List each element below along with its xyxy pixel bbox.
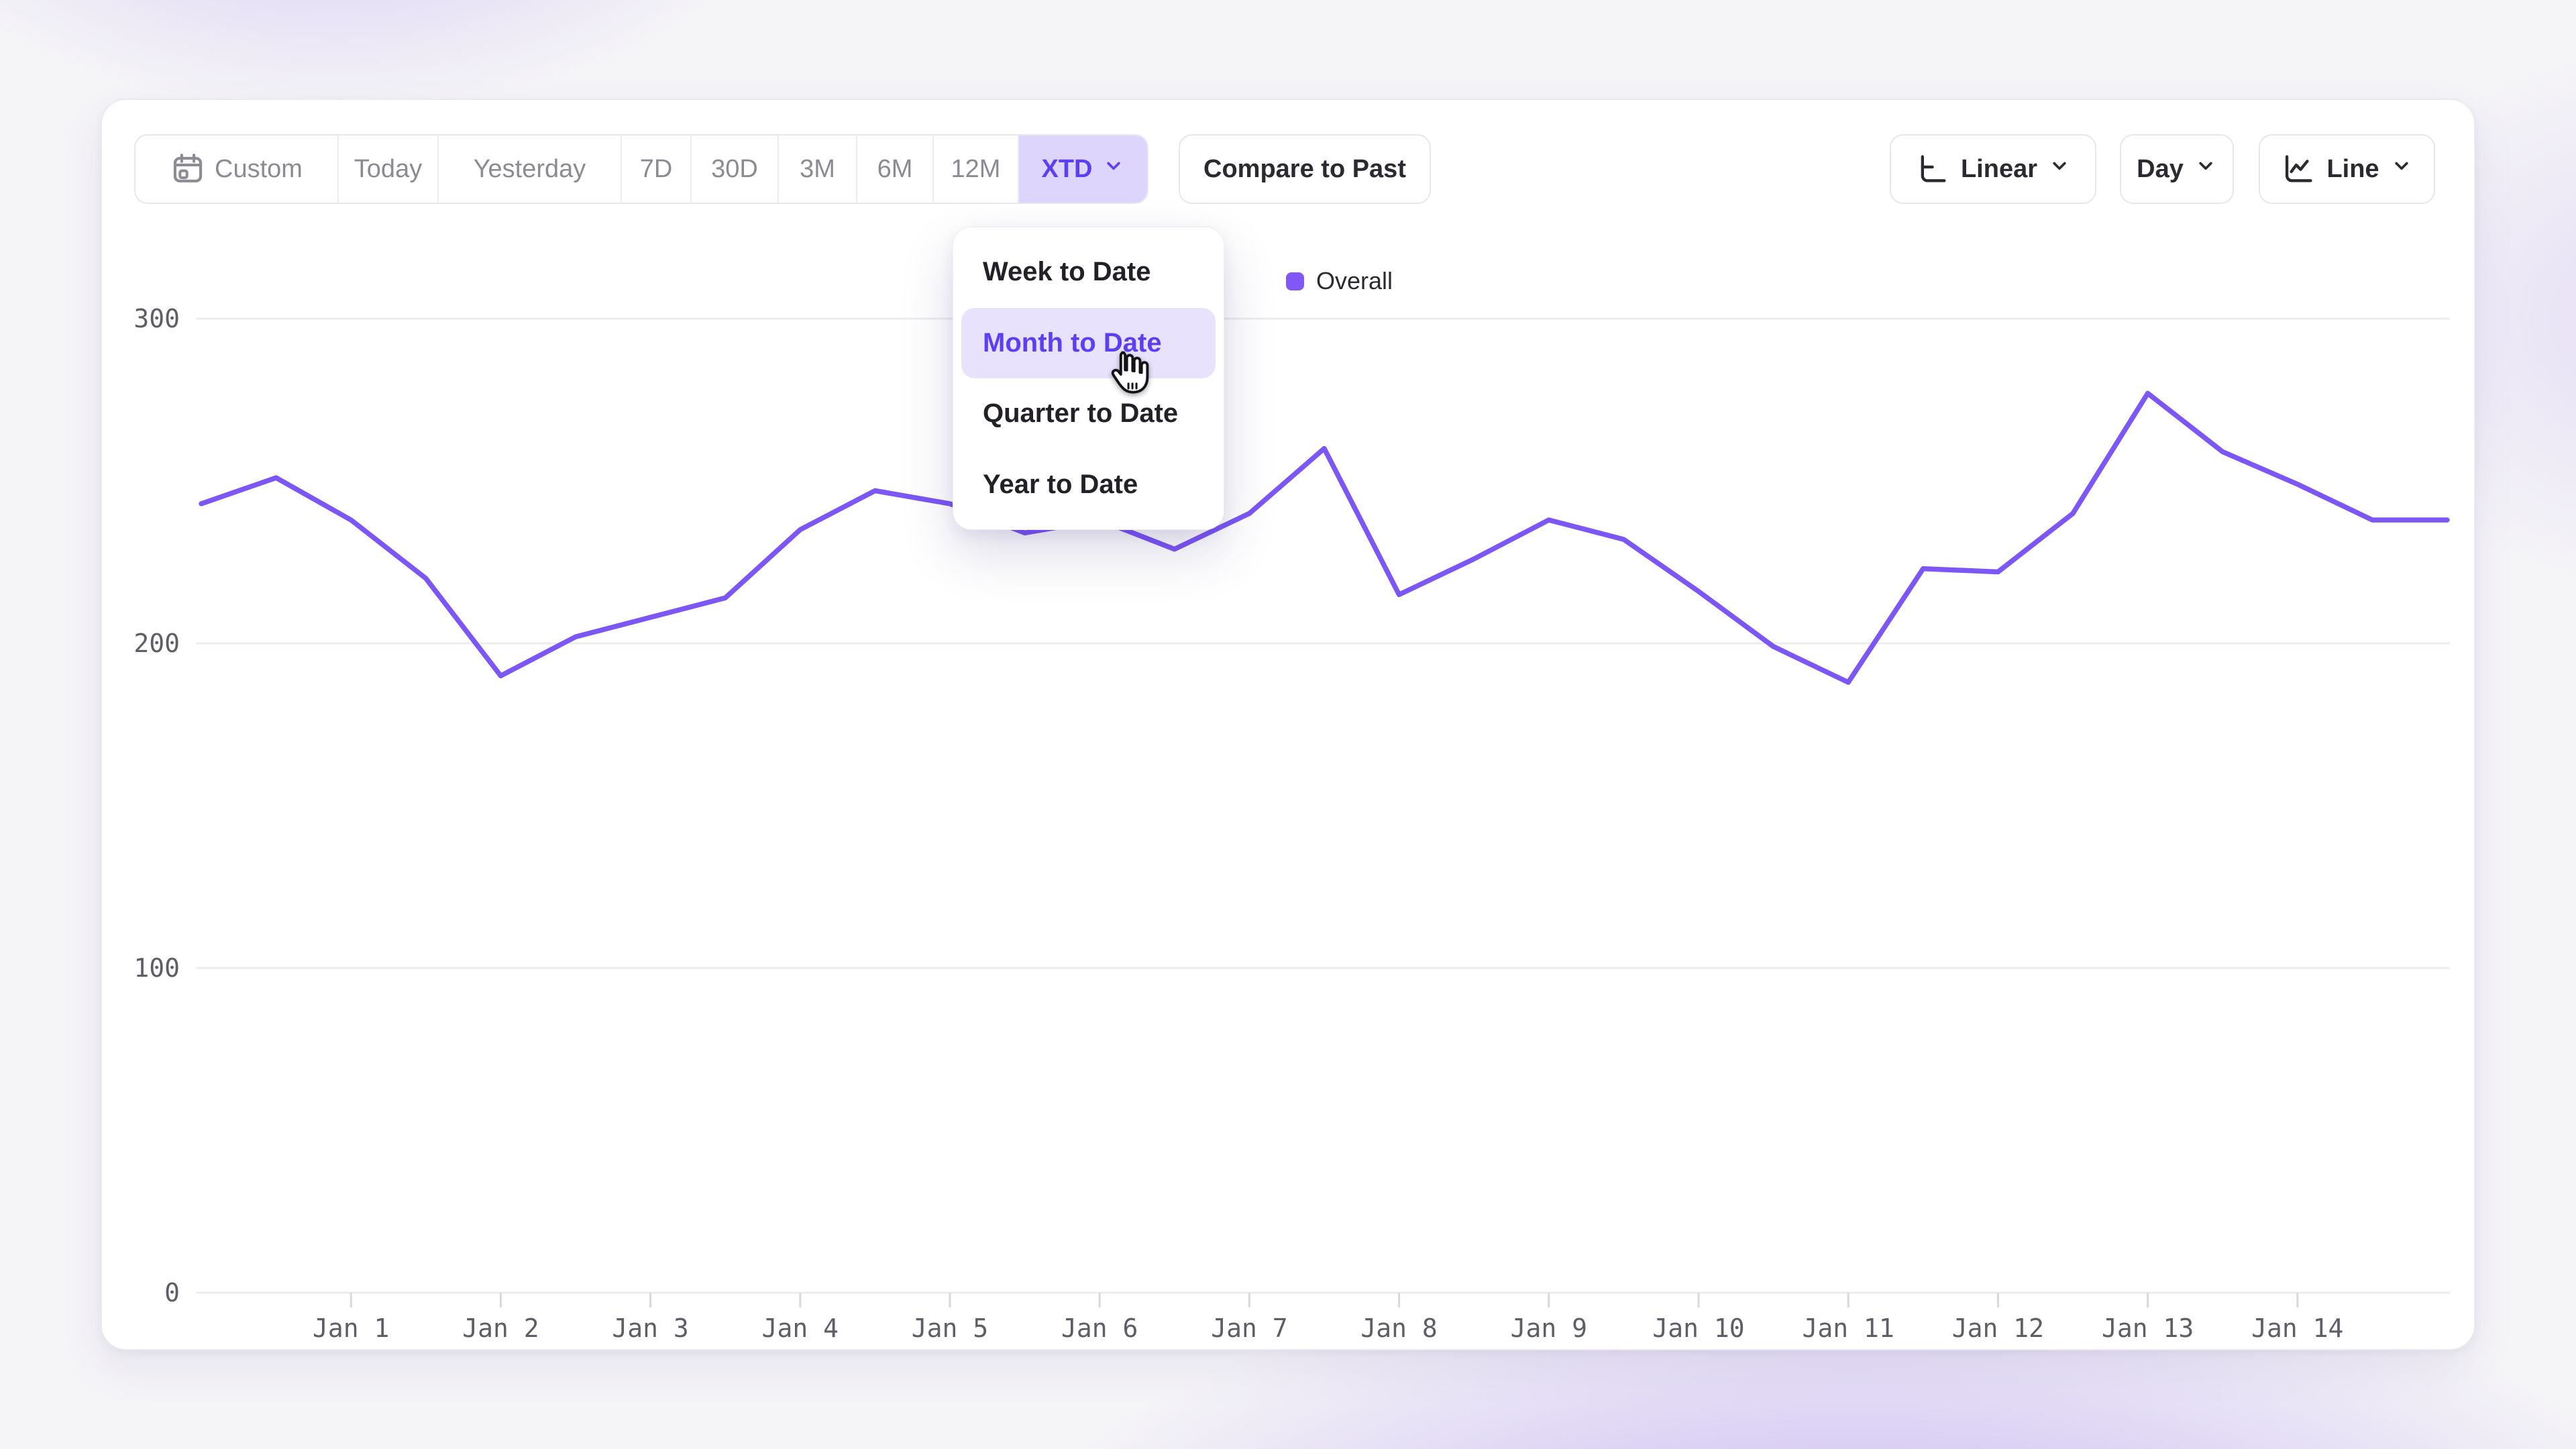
x-tick-label: Jan 4 [762, 1313, 839, 1343]
chevron-down-icon [2048, 154, 2071, 184]
range-option-today[interactable]: Today [339, 136, 439, 203]
range-option-label: XTD [1042, 155, 1093, 184]
line-chart-icon [2281, 152, 2316, 186]
y-tick-label: 100 [133, 953, 180, 983]
x-tick-label: Jan 6 [1061, 1313, 1138, 1343]
range-option-7d[interactable]: 7D [622, 136, 692, 203]
range-option-label: 7D [640, 155, 673, 184]
date-range-segmented-control: Custom Today Yesterday 7D 30D 3M 6M 12M XTD [134, 134, 1148, 204]
y-axis-labels: 0 100 200 300 [133, 304, 180, 1307]
hand-pointer-cursor [1107, 347, 1151, 398]
linear-dropdown-label: Linear [1961, 155, 2037, 184]
linear-scale-icon [1915, 152, 1950, 186]
range-option-yesterday[interactable]: Yesterday [439, 136, 622, 203]
chevron-down-icon [2390, 154, 2413, 184]
range-option-label: 6M [877, 155, 913, 184]
range-option-12m[interactable]: 12M [934, 136, 1019, 203]
menu-item-year-to-date[interactable]: Year to Date [961, 449, 1216, 521]
chevron-down-icon [2194, 154, 2217, 184]
x-axis-labels: Jan 1 Jan 2 Jan 3 Jan 4 Jan 5 Jan 6 Jan 7 Jan 8… [313, 1313, 2343, 1343]
range-option-label: Yesterday [474, 155, 586, 184]
range-option-30d[interactable]: 30D [692, 136, 779, 203]
x-tick-label: Jan 1 [313, 1313, 389, 1343]
x-tick-label: Jan 2 [462, 1313, 539, 1343]
x-tick-label: Jan 11 [1803, 1313, 1894, 1343]
x-tick-label: Jan 5 [912, 1313, 988, 1343]
x-tick-label: Jan 14 [2251, 1313, 2343, 1343]
y-tick-label: 200 [133, 629, 180, 658]
range-option-label: Today [354, 155, 422, 184]
menu-item-month-to-date[interactable]: Month to Date [961, 308, 1216, 379]
x-axis-ticks [351, 1293, 2298, 1307]
x-tick-label: Jan 12 [1952, 1313, 2044, 1343]
menu-item-week-to-date[interactable]: Week to Date [961, 237, 1216, 308]
day-dropdown-button[interactable]: Day [2120, 134, 2234, 204]
range-option-custom[interactable]: Custom [136, 136, 339, 203]
x-tick-label: Jan 8 [1360, 1313, 1437, 1343]
x-tick-label: Jan 9 [1511, 1313, 1587, 1343]
y-tick-label: 300 [133, 304, 180, 333]
xtd-dropdown-menu: Week to DateMonth to DateQuarter to Date… [953, 227, 1224, 530]
range-option-label: Custom [215, 155, 303, 184]
calendar-icon [170, 152, 205, 186]
legend: Overall [1286, 267, 1393, 295]
series-line-overall [201, 393, 2447, 682]
line-chart: 0100200300 Jan 1Jan 2Jan 3Jan 4Jan 5Jan … [0, 0, 2576, 1449]
x-tick-label: Jan 13 [2102, 1313, 2194, 1343]
compare-to-past-button[interactable]: Compare to Past [1179, 134, 1431, 204]
range-option-label: 3M [800, 155, 835, 184]
chevron-down-icon [1102, 154, 1125, 184]
compare-to-past-label: Compare to Past [1203, 155, 1406, 184]
line-dropdown-label: Line [2326, 155, 2379, 184]
menu-item-quarter-to-date[interactable]: Quarter to Date [961, 378, 1216, 449]
day-dropdown-label: Day [2137, 155, 2184, 184]
line-dropdown-button[interactable]: Line [2259, 134, 2435, 204]
legend-label: Overall [1316, 267, 1393, 295]
series-group [201, 393, 2447, 682]
x-tick-label: Jan 10 [1652, 1313, 1744, 1343]
range-option-label: 12M [951, 155, 1001, 184]
gridlines [196, 319, 2450, 1293]
x-tick-label: Jan 7 [1211, 1313, 1287, 1343]
range-option-6m[interactable]: 6M [857, 136, 934, 203]
range-option-xtd[interactable]: XTD [1019, 136, 1147, 203]
page: { "colors": { "accent_purple": "#5b3ff2"… [0, 0, 2576, 1449]
linear-dropdown-button[interactable]: Linear [1890, 134, 2096, 204]
legend-swatch [1286, 272, 1304, 290]
y-tick-label: 0 [164, 1278, 180, 1307]
x-tick-label: Jan 3 [612, 1313, 688, 1343]
range-option-label: 30D [711, 155, 758, 184]
range-option-3m[interactable]: 3M [779, 136, 857, 203]
